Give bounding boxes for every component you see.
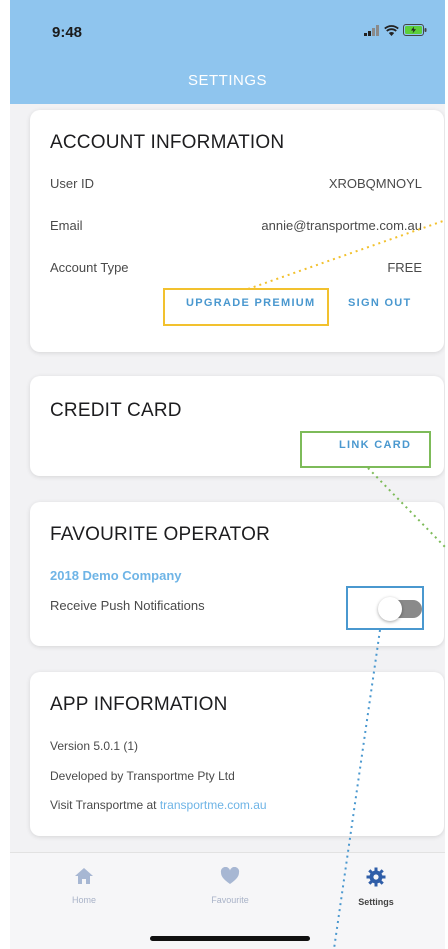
version-text: Version 5.0.1 (1) [50, 739, 139, 753]
tab-home-label: Home [71, 895, 96, 905]
wifi-icon [384, 24, 399, 36]
app-info-title: APP INFORMATION [50, 694, 228, 715]
home-indicator [150, 936, 310, 941]
signal-icon [364, 24, 379, 36]
link-card-highlight-box [300, 431, 431, 468]
heart-icon [220, 866, 240, 884]
operator-company[interactable]: 2018 Demo Company [50, 568, 182, 583]
email-value: annie@transportme.com.au [261, 218, 422, 233]
visit-prefix: Visit Transportme at [50, 798, 157, 812]
status-time: 9:48 [52, 24, 83, 41]
email-label: Email [50, 218, 83, 233]
page-title: SETTINGS [187, 72, 267, 89]
tab-home[interactable]: Home [44, 867, 124, 905]
visit-row: Visit Transportme at transportme.com.au [50, 798, 267, 812]
status-icons [364, 24, 427, 36]
sign-out-button[interactable]: SIGN OUT [348, 297, 412, 309]
website-link[interactable]: transportme.com.au [160, 798, 267, 812]
operator-title: FAVOURITE OPERATOR [50, 524, 271, 545]
account-title: ACCOUNT INFORMATION [50, 132, 285, 153]
toggle-highlight-box [346, 586, 424, 630]
header-bar: 9:48 SETTINGS [10, 0, 445, 104]
phone-screen: 9:48 SETTINGS ACCOUNT INFORMATION User I… [10, 0, 445, 949]
account-type-label: Account Type [50, 260, 129, 275]
account-type-value: FREE [387, 260, 422, 275]
push-notifications-label: Receive Push Notifications [50, 598, 205, 613]
tab-bar: Home Favourite Settings [10, 852, 445, 949]
tab-favourite[interactable]: Favourite [190, 866, 270, 905]
tab-favourite-label: Favourite [211, 895, 249, 905]
home-icon [75, 868, 93, 884]
credit-card-title: CREDIT CARD [50, 400, 182, 421]
app-info-card: APP INFORMATION Version 5.0.1 (1) Develo… [30, 672, 444, 836]
gear-icon [366, 867, 386, 887]
battery-icon [403, 24, 427, 36]
user-id-value: XROBQMNOYL [328, 176, 422, 191]
user-id-label: User ID [50, 176, 95, 191]
developer-text: Developed by Transportme Pty Ltd [50, 769, 235, 783]
tab-settings[interactable]: Settings [336, 867, 416, 907]
tab-settings-label: Settings [358, 897, 394, 907]
upgrade-highlight-box [163, 288, 329, 326]
